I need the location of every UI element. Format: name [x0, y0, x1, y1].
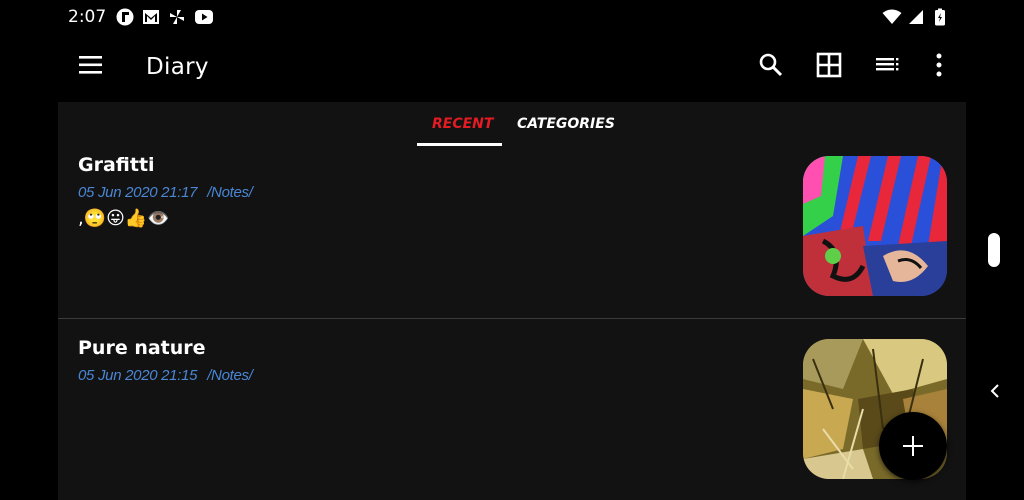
- tab-bar: RECENT CATEGORIES: [58, 102, 966, 146]
- entry-title: Pure nature: [78, 337, 206, 359]
- youtube-icon: [194, 8, 213, 26]
- add-entry-button[interactable]: [879, 412, 947, 480]
- entry-category: /Notes/: [207, 184, 253, 201]
- app-toolbar: Diary: [58, 36, 966, 100]
- entry-body: ,🙄😛👍👁️: [78, 208, 170, 229]
- more-vert-icon[interactable]: [926, 52, 956, 82]
- entry-meta: 05 Jun 2020 21:17 /Notes/: [78, 184, 253, 201]
- entry-category: /Notes/: [207, 367, 253, 384]
- menu-icon[interactable]: [78, 54, 108, 82]
- list-view-icon[interactable]: [874, 52, 904, 82]
- notification-icons: [116, 8, 213, 26]
- status-time: 2:07: [68, 7, 107, 27]
- entry-date: 05 Jun 2020 21:15: [78, 367, 198, 384]
- grid-view-icon[interactable]: [816, 52, 846, 82]
- entry-thumbnail[interactable]: [803, 156, 947, 296]
- system-icons: [882, 8, 952, 26]
- pinwheel-icon: [168, 8, 186, 26]
- signal-icon: [908, 8, 926, 26]
- entry-meta: 05 Jun 2020 21:15 /Notes/: [78, 367, 253, 384]
- active-tab-indicator: [417, 143, 502, 146]
- diary-entry[interactable]: Grafitti 05 Jun 2020 21:17 /Notes/ ,🙄😛👍👁…: [58, 148, 966, 318]
- battery-icon: [934, 8, 952, 26]
- tab-categories[interactable]: CATEGORIES: [517, 116, 615, 132]
- status-bar: 2:07: [0, 0, 1024, 34]
- home-pill[interactable]: [988, 233, 1000, 267]
- search-icon[interactable]: [758, 52, 788, 82]
- entry-date: 05 Jun 2020 21:17: [78, 184, 198, 201]
- back-icon[interactable]: [986, 382, 1004, 400]
- page-title: Diary: [146, 54, 209, 80]
- wifi-icon: [882, 8, 902, 26]
- plus-icon: [903, 436, 923, 456]
- gmail-icon: [142, 8, 160, 26]
- fitbit-icon: [116, 8, 134, 26]
- diary-entry[interactable]: Pure nature 05 Jun 2020 21:15 /Notes/: [58, 331, 966, 500]
- content-panel: RECENT CATEGORIES Grafitti 05 Jun 2020 2…: [58, 102, 966, 500]
- entry-divider: [58, 318, 966, 319]
- tab-recent[interactable]: RECENT: [432, 116, 493, 132]
- entry-title: Grafitti: [78, 154, 155, 176]
